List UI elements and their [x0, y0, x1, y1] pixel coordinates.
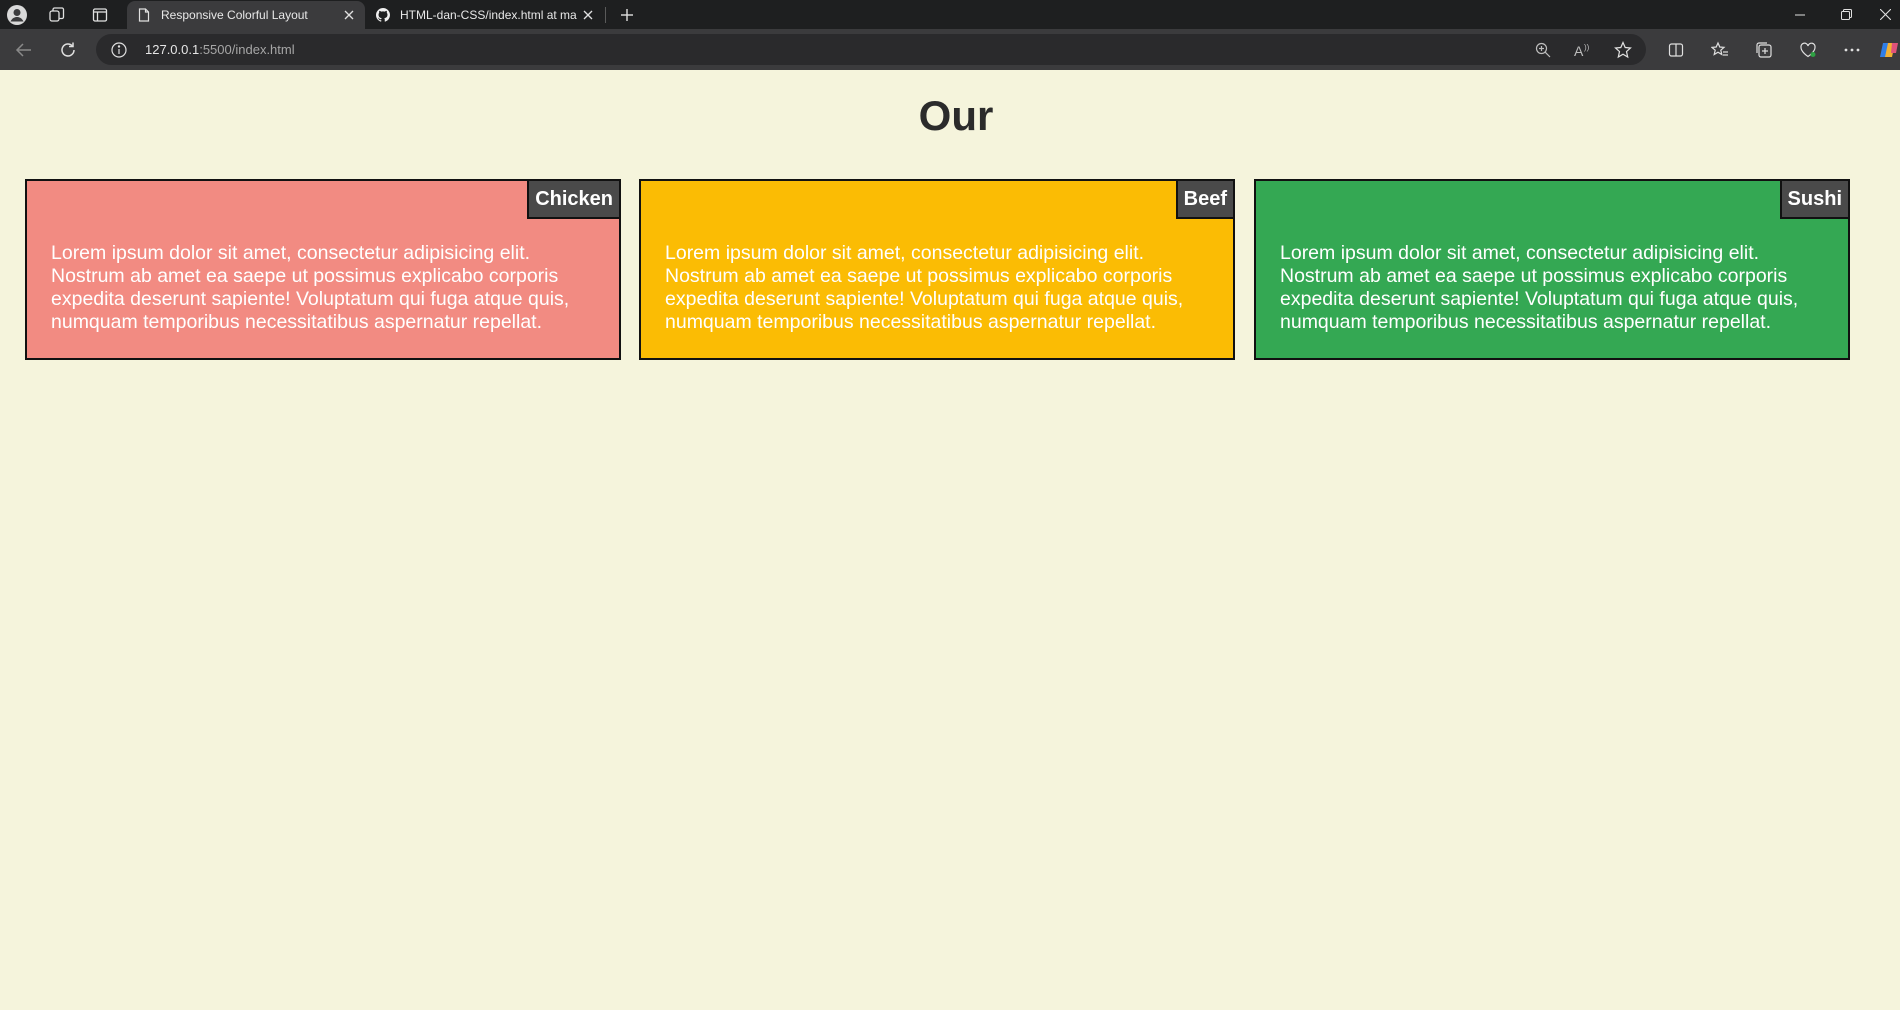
- favorites-icon[interactable]: [1707, 37, 1733, 63]
- card-text: Lorem ipsum dolor sit amet, consectetur …: [51, 242, 570, 333]
- zoom-icon[interactable]: [1532, 39, 1554, 61]
- food-card-sushi: Sushi Lorem ipsum dolor sit amet, consec…: [1254, 179, 1850, 360]
- vertical-tabs-icon[interactable]: [88, 3, 112, 27]
- page-title: Our: [918, 92, 994, 139]
- read-aloud-icon[interactable]: A)): [1572, 39, 1594, 61]
- document-icon: [137, 8, 151, 22]
- profile-avatar-icon[interactable]: [5, 3, 29, 27]
- tab-title: Responsive Colorful Layout: [161, 8, 308, 22]
- split-screen-icon[interactable]: [1663, 37, 1689, 63]
- restore-icon[interactable]: [1824, 0, 1868, 29]
- tab-github-index[interactable]: HTML-dan-CSS/index.html at ma: [366, 1, 604, 29]
- new-tab-icon[interactable]: [615, 3, 639, 27]
- close-icon[interactable]: [580, 7, 596, 23]
- tab-divider: [605, 7, 606, 23]
- url-text[interactable]: 127.0.0.1:5500/index.html: [145, 42, 295, 57]
- card-text: Lorem ipsum dolor sit amet, consectetur …: [665, 242, 1184, 333]
- browser-essentials-icon[interactable]: [1795, 37, 1821, 63]
- svg-text:)): )): [1584, 43, 1590, 52]
- refresh-icon[interactable]: [55, 37, 81, 63]
- collections-icon[interactable]: [1751, 37, 1777, 63]
- url-path: :5500/index.html: [199, 42, 295, 57]
- github-icon: [376, 8, 390, 22]
- more-options-icon[interactable]: [1839, 37, 1865, 63]
- minimize-icon[interactable]: [1778, 0, 1822, 29]
- food-card-chicken: Chicken Lorem ipsum dolor sit amet, cons…: [25, 179, 621, 360]
- page-viewport: Our Chicken Lorem ipsum dolor sit amet, …: [0, 70, 1900, 1010]
- food-card-beef: Beef Lorem ipsum dolor sit amet, consect…: [639, 179, 1235, 360]
- card-text: Lorem ipsum dolor sit amet, consectetur …: [1280, 242, 1799, 333]
- card-label: Beef: [1175, 181, 1233, 219]
- back-icon[interactable]: [11, 37, 37, 63]
- url-host: 127.0.0.1: [145, 42, 200, 57]
- address-bar[interactable]: 127.0.0.1:5500/index.html A)): [96, 34, 1646, 65]
- copilot-icon[interactable]: [1878, 37, 1900, 63]
- card-label: Chicken: [527, 181, 619, 219]
- close-window-icon[interactable]: [1870, 0, 1900, 29]
- favorite-star-icon[interactable]: [1612, 39, 1634, 61]
- browser-window: Responsive Colorful Layout HTML-dan-CSS/…: [0, 0, 1900, 1010]
- svg-text:A: A: [1574, 43, 1584, 58]
- card-label: Sushi: [1779, 181, 1848, 219]
- browser-toolbar: 127.0.0.1:5500/index.html A)): [0, 29, 1900, 70]
- tab-responsive-colorful-layout[interactable]: Responsive Colorful Layout: [127, 1, 365, 29]
- tab-title: HTML-dan-CSS/index.html at ma: [400, 8, 577, 22]
- workspaces-icon[interactable]: [45, 3, 69, 27]
- close-icon[interactable]: [341, 7, 357, 23]
- tab-strip: Responsive Colorful Layout HTML-dan-CSS/…: [0, 0, 1900, 29]
- site-info-icon[interactable]: [110, 41, 128, 59]
